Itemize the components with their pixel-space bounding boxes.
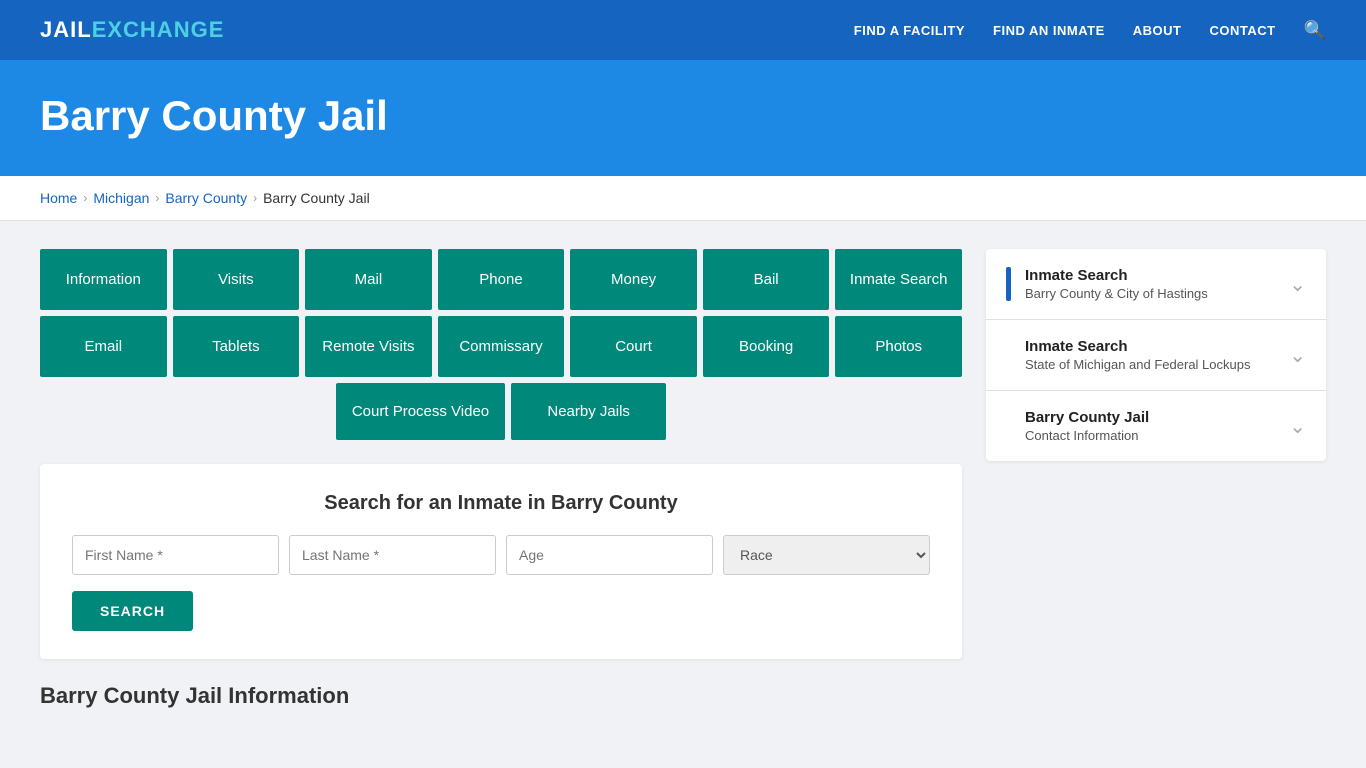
- sidebar-item-1-left: Inmate Search Barry County & City of Has…: [1006, 267, 1208, 301]
- breadcrumb-sep-3: ›: [253, 191, 257, 205]
- sidebar-item-1-text: Inmate Search Barry County & City of Has…: [1025, 267, 1208, 301]
- btn-remote-visits[interactable]: Remote Visits: [305, 316, 432, 377]
- left-column: Information Visits Mail Phone Money Bail…: [40, 249, 962, 709]
- nav-grid-row3: Court Process Video Nearby Jails: [40, 383, 962, 440]
- breadcrumb-home[interactable]: Home: [40, 190, 77, 206]
- nav-grid-row1: Information Visits Mail Phone Money Bail…: [40, 249, 962, 310]
- btn-booking[interactable]: Booking: [703, 316, 830, 377]
- sidebar-item-3-subtitle: Contact Information: [1025, 428, 1149, 443]
- search-fields: Race White Black Hispanic Asian Other: [72, 535, 930, 575]
- sidebar-accent-3: [1006, 409, 1011, 443]
- sidebar-item-1-title: Inmate Search: [1025, 267, 1208, 284]
- chevron-down-icon-1: ⌄: [1289, 272, 1306, 297]
- logo-jail: JAIL: [40, 17, 92, 43]
- btn-court[interactable]: Court: [570, 316, 697, 377]
- breadcrumb-sep-2: ›: [155, 191, 159, 205]
- section-title: Barry County Jail Information: [40, 683, 962, 709]
- site-logo[interactable]: JAILEXCHANGE: [40, 17, 224, 43]
- nav-find-inmate[interactable]: FIND AN INMATE: [993, 23, 1105, 38]
- first-name-input[interactable]: [72, 535, 279, 575]
- sidebar-card: Inmate Search Barry County & City of Has…: [986, 249, 1326, 461]
- sidebar-item-3-left: Barry County Jail Contact Information: [1006, 409, 1149, 443]
- btn-nearby-jails[interactable]: Nearby Jails: [511, 383, 666, 440]
- sidebar-item-2-subtitle: State of Michigan and Federal Lockups: [1025, 357, 1250, 372]
- nav-contact[interactable]: CONTACT: [1209, 23, 1275, 38]
- search-icon[interactable]: 🔍: [1304, 20, 1326, 41]
- sidebar-item-3[interactable]: Barry County Jail Contact Information ⌄: [986, 391, 1326, 461]
- inmate-search-card: Search for an Inmate in Barry County Rac…: [40, 464, 962, 659]
- btn-mail[interactable]: Mail: [305, 249, 432, 310]
- btn-visits[interactable]: Visits: [173, 249, 300, 310]
- race-select[interactable]: Race White Black Hispanic Asian Other: [723, 535, 930, 575]
- nav-about[interactable]: ABOUT: [1133, 23, 1182, 38]
- site-header: JAILEXCHANGE FIND A FACILITY FIND AN INM…: [0, 0, 1366, 60]
- sidebar-item-1[interactable]: Inmate Search Barry County & City of Has…: [986, 249, 1326, 320]
- sidebar-accent-2: [1006, 338, 1011, 372]
- btn-bail[interactable]: Bail: [703, 249, 830, 310]
- breadcrumb-barry-county[interactable]: Barry County: [165, 190, 247, 206]
- sidebar-accent-1: [1006, 267, 1011, 301]
- btn-money[interactable]: Money: [570, 249, 697, 310]
- nav-grid-row2: Email Tablets Remote Visits Commissary C…: [40, 316, 962, 377]
- page-title: Barry County Jail: [40, 92, 1326, 140]
- logo-exchange: EXCHANGE: [92, 17, 225, 43]
- chevron-down-icon-3: ⌄: [1289, 414, 1306, 439]
- btn-tablets[interactable]: Tablets: [173, 316, 300, 377]
- hero-section: Barry County Jail: [0, 60, 1366, 176]
- sidebar-item-3-text: Barry County Jail Contact Information: [1025, 409, 1149, 443]
- last-name-input[interactable]: [289, 535, 496, 575]
- search-button[interactable]: SEARCH: [72, 591, 193, 631]
- btn-phone[interactable]: Phone: [438, 249, 565, 310]
- nav-find-facility[interactable]: FIND A FACILITY: [854, 23, 965, 38]
- right-sidebar: Inmate Search Barry County & City of Has…: [986, 249, 1326, 461]
- search-title: Search for an Inmate in Barry County: [72, 492, 930, 515]
- sidebar-item-3-title: Barry County Jail: [1025, 409, 1149, 426]
- breadcrumb-current: Barry County Jail: [263, 190, 370, 206]
- age-input[interactable]: [506, 535, 713, 575]
- btn-commissary[interactable]: Commissary: [438, 316, 565, 377]
- main-nav: FIND A FACILITY FIND AN INMATE ABOUT CON…: [854, 20, 1326, 41]
- btn-email[interactable]: Email: [40, 316, 167, 377]
- btn-inmate-search[interactable]: Inmate Search: [835, 249, 962, 310]
- sidebar-item-2-text: Inmate Search State of Michigan and Fede…: [1025, 338, 1250, 372]
- btn-photos[interactable]: Photos: [835, 316, 962, 377]
- btn-information[interactable]: Information: [40, 249, 167, 310]
- breadcrumb-sep-1: ›: [83, 191, 87, 205]
- chevron-down-icon-2: ⌄: [1289, 343, 1306, 368]
- sidebar-item-2-title: Inmate Search: [1025, 338, 1250, 355]
- breadcrumb-michigan[interactable]: Michigan: [93, 190, 149, 206]
- sidebar-item-2-left: Inmate Search State of Michigan and Fede…: [1006, 338, 1250, 372]
- sidebar-item-1-subtitle: Barry County & City of Hastings: [1025, 286, 1208, 301]
- sidebar-item-2[interactable]: Inmate Search State of Michigan and Fede…: [986, 320, 1326, 391]
- main-content: Information Visits Mail Phone Money Bail…: [0, 221, 1366, 737]
- btn-court-process-video[interactable]: Court Process Video: [336, 383, 505, 440]
- breadcrumb: Home › Michigan › Barry County › Barry C…: [0, 176, 1366, 221]
